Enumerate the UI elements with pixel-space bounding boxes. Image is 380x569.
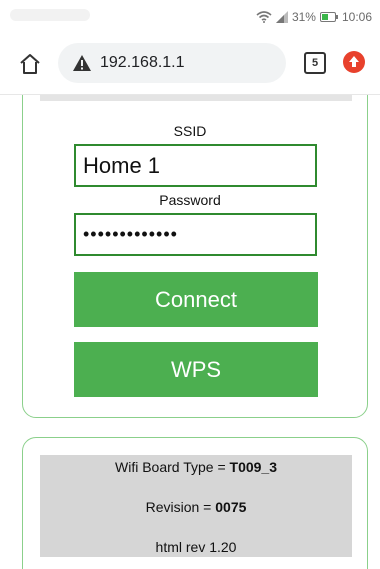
board-type-value: T009_3 — [229, 459, 277, 475]
revision-label: Revision = — [145, 499, 216, 515]
status-indicators: 31% 10:06 — [256, 10, 372, 24]
html-rev: html rev 1.20 — [155, 539, 237, 555]
connect-button[interactable]: Connect — [74, 272, 318, 327]
address-bar[interactable]: 192.168.1.1 — [58, 43, 286, 83]
status-notifications — [10, 9, 90, 21]
signal-icon — [275, 11, 288, 23]
url-text[interactable]: 192.168.1.1 — [100, 54, 185, 72]
not-secure-warning-icon[interactable] — [72, 54, 92, 72]
battery-icon — [319, 12, 338, 22]
password-label: Password — [159, 192, 221, 208]
battery-percent: 31% — [291, 10, 316, 24]
tab-switcher-icon[interactable]: 5 — [304, 52, 326, 74]
ssid-label: SSID — [173, 123, 207, 139]
info-box: Wifi Board Type = T009_3 Revision = 0075… — [40, 455, 352, 557]
board-type-line: Wifi Board Type = T009_3 — [40, 459, 352, 475]
wifi-icon — [256, 11, 272, 23]
wps-button[interactable]: WPS — [74, 342, 318, 397]
board-type-label: Wifi Board Type = — [115, 459, 230, 475]
top-strip — [40, 95, 352, 101]
update-icon[interactable] — [343, 51, 365, 73]
browser-toolbar: 192.168.1.1 5 — [0, 32, 380, 95]
tab-count: 5 — [311, 56, 319, 69]
ssid-input[interactable]: Home 1 — [74, 144, 317, 187]
revision-line: Revision = 0075 — [40, 499, 352, 515]
home-icon[interactable] — [18, 52, 42, 76]
clock: 10:06 — [341, 10, 372, 24]
status-bar: 31% 10:06 — [0, 0, 380, 32]
password-input[interactable]: ••••••••••••• — [74, 213, 317, 256]
page-content: SSID Home 1 Password ••••••••••••• Conne… — [0, 95, 380, 569]
revision-value: 0075 — [215, 499, 247, 515]
